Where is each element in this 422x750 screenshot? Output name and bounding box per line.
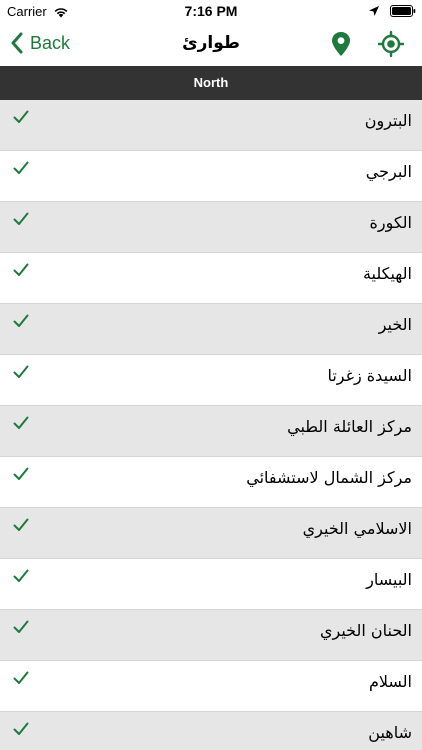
list-item-label: الخير: [378, 315, 412, 334]
checkmark-icon: [13, 365, 29, 378]
list-item-label: السيدة زغرتا: [327, 366, 412, 385]
checkmark-icon: [13, 110, 29, 123]
hospital-list: البترون البرجي الكورة الهيكلية الخير الس…: [0, 100, 422, 750]
checkmark-icon: [13, 569, 29, 582]
list-item[interactable]: مركز العائلة الطبي: [0, 406, 422, 457]
status-right: [368, 5, 416, 17]
map-pin-icon[interactable]: [330, 31, 352, 57]
checkmark-icon: [13, 314, 29, 327]
list-item[interactable]: السيدة زغرتا: [0, 355, 422, 406]
list-item-label: شاهين: [368, 723, 412, 742]
checkmark-icon: [13, 671, 29, 684]
checkmark-icon: [13, 518, 29, 531]
checkmark-icon: [13, 416, 29, 429]
checkmark-icon: [13, 161, 29, 174]
checkmark-icon: [13, 722, 29, 735]
checkmark-icon: [13, 620, 29, 633]
gps-target-icon[interactable]: [378, 31, 404, 57]
list-item-label: البيسار: [366, 570, 412, 589]
list-item[interactable]: مركز الشمال لاستشفائي: [0, 457, 422, 508]
navigation-bar: Back طوارئ: [0, 22, 422, 66]
list-item-label: البترون: [364, 111, 412, 130]
page-title: طوارئ: [182, 33, 240, 53]
checkmark-icon: [13, 212, 29, 225]
list-item[interactable]: السلام: [0, 661, 422, 712]
list-item[interactable]: الحنان الخيري: [0, 610, 422, 661]
location-arrow-icon: [369, 6, 379, 16]
list-item[interactable]: الخير: [0, 304, 422, 355]
checkmark-icon: [13, 263, 29, 276]
list-item[interactable]: الاسلامي الخيري: [0, 508, 422, 559]
list-item-label: الاسلامي الخيري: [302, 519, 412, 538]
list-item[interactable]: شاهين: [0, 712, 422, 750]
battery-icon: [390, 5, 416, 17]
list-item-label: مركز العائلة الطبي: [287, 417, 412, 436]
list-item-label: البرجي: [365, 162, 412, 181]
list-item[interactable]: الهيكلية: [0, 253, 422, 304]
list-item-label: السلام: [368, 672, 412, 691]
list-item-label: الكورة: [369, 213, 412, 232]
checkmark-icon: [13, 467, 29, 480]
section-header: North: [0, 66, 422, 100]
screen: Carrier 7:16 PM Back طوارئ North البترون…: [0, 0, 422, 750]
status-bar: Carrier 7:16 PM: [0, 0, 422, 22]
status-time: 7:16 PM: [184, 3, 238, 19]
list-item[interactable]: البرجي: [0, 151, 422, 202]
list-item[interactable]: البترون: [0, 100, 422, 151]
list-item[interactable]: البيسار: [0, 559, 422, 610]
list-item-label: مركز الشمال لاستشفائي: [246, 468, 412, 487]
list-item-label: الهيكلية: [362, 264, 412, 283]
list-item-label: الحنان الخيري: [319, 621, 412, 640]
list-item[interactable]: الكورة: [0, 202, 422, 253]
